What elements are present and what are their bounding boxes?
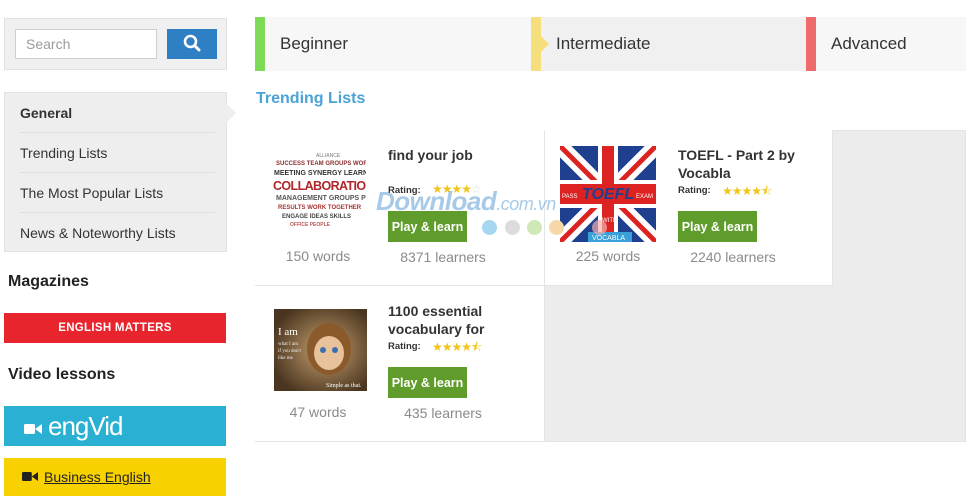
learner-count: 435 learners: [404, 405, 482, 421]
svg-text:RESULTS WORK TOGETHER: RESULTS WORK TOGETHER: [278, 205, 362, 211]
rating-label: Rating:: [388, 341, 421, 352]
english-matters-banner[interactable]: ENGLISH MATTERS: [4, 313, 226, 343]
word-count: 47 words: [289, 404, 347, 420]
sidebar-item-trending-lists[interactable]: Trending Lists: [20, 133, 215, 173]
video-camera-icon: [24, 406, 42, 446]
svg-text:I am: I am: [278, 326, 298, 338]
play-learn-button[interactable]: Play & learn: [678, 211, 757, 242]
watermark-dot: [592, 220, 607, 235]
list-title[interactable]: TOEFL - Part 2 by Vocabla: [678, 146, 818, 182]
watermark-dot: [549, 220, 564, 235]
watermark-dot: [482, 220, 497, 235]
list-thumbnail: I am what I am if you don't like me Simp…: [274, 309, 367, 391]
rating-stars: ★★★★⯪: [722, 184, 772, 198]
list-card[interactable]: TOEFL PASS EXAM WITH VOCABLA TOEFL - Par…: [545, 130, 833, 286]
video-camera-icon: [22, 469, 38, 485]
svg-text:MANAGEMENT GROUPS PROJECT: MANAGEMENT GROUPS PROJECT: [276, 195, 366, 202]
level-color-bar: [806, 17, 816, 71]
engvid-label: engVid: [48, 411, 123, 441]
rating-stars: ★★★★⯪: [432, 340, 482, 354]
business-english-label: Business English: [44, 469, 151, 485]
tab-intermediate[interactable]: Intermediate: [531, 17, 806, 71]
list-title[interactable]: find your job: [388, 146, 528, 164]
engvid-banner[interactable]: engVid: [4, 406, 226, 446]
svg-text:ENGAGE IDEAS SKILLS: ENGAGE IDEAS SKILLS: [282, 214, 351, 220]
tab-advanced[interactable]: Advanced: [806, 17, 966, 71]
magazines-heading: Magazines: [8, 273, 89, 290]
word-count: 225 words: [575, 248, 641, 264]
trending-lists-heading: Trending Lists: [256, 90, 366, 107]
svg-text:EXAM: EXAM: [636, 194, 653, 200]
level-color-bar: [531, 17, 541, 71]
list-thumbnail: TOEFL PASS EXAM WITH VOCABLA: [560, 146, 656, 242]
svg-text:VOCABLA: VOCABLA: [592, 235, 625, 242]
svg-text:MEETING SYNERGY LEARN: MEETING SYNERGY LEARN: [274, 170, 366, 177]
rating-label: Rating:: [678, 185, 711, 196]
svg-text:OFFICE PEOPLE: OFFICE PEOPLE: [290, 222, 331, 228]
svg-text:PASS: PASS: [562, 194, 578, 200]
list-thumbnail: SUCCESS TEAM GROUPS WORK MEETING SYNERGY…: [270, 145, 366, 241]
video-lessons-heading: Video lessons: [8, 366, 116, 383]
tab-label: Beginner: [280, 34, 349, 53]
tab-label: Intermediate: [556, 34, 651, 53]
watermark-dot: [527, 220, 542, 235]
tab-beginner[interactable]: Beginner: [255, 17, 531, 71]
svg-text:SUCCESS TEAM GROUPS WORK: SUCCESS TEAM GROUPS WORK: [276, 161, 366, 167]
list-card[interactable]: I am what I am if you don't like me Simp…: [255, 286, 545, 442]
sidebar-item-general[interactable]: General: [20, 93, 215, 133]
svg-text:ALLIANCE: ALLIANCE: [316, 153, 341, 159]
svg-text:like me: like me: [278, 356, 294, 361]
level-arrow: [541, 36, 549, 52]
search-input[interactable]: [15, 29, 157, 59]
learner-count: 2240 learners: [690, 249, 776, 265]
level-color-bar: [255, 17, 265, 71]
search-panel: [4, 18, 227, 70]
word-count: 150 words: [285, 248, 351, 264]
learner-count: 8371 learners: [400, 249, 486, 265]
watermark-dot: [505, 220, 520, 235]
svg-text:if you don't: if you don't: [278, 349, 301, 354]
sidebar-nav: General Trending Lists The Most Popular …: [4, 92, 236, 253]
list-title[interactable]: 1100 essential vocabulary for: [388, 302, 528, 338]
play-learn-button[interactable]: Play & learn: [388, 367, 467, 398]
tab-label: Advanced: [831, 34, 907, 53]
search-button[interactable]: [167, 29, 217, 59]
business-english-banner[interactable]: Business English: [4, 458, 226, 496]
sidebar-item-news-noteworthy-lists[interactable]: News & Noteworthy Lists: [20, 213, 215, 253]
active-indicator: [226, 103, 236, 123]
sidebar-item-most-popular-lists[interactable]: The Most Popular Lists: [20, 173, 215, 213]
search-icon: [183, 34, 201, 55]
watermark: Download.com.vn: [376, 186, 556, 216]
svg-text:TOEFL: TOEFL: [582, 186, 634, 203]
svg-text:COLLABORATION: COLLABORATION: [273, 179, 366, 193]
svg-text:what I am: what I am: [278, 342, 298, 347]
svg-text:Simple as that.: Simple as that.: [326, 383, 362, 389]
